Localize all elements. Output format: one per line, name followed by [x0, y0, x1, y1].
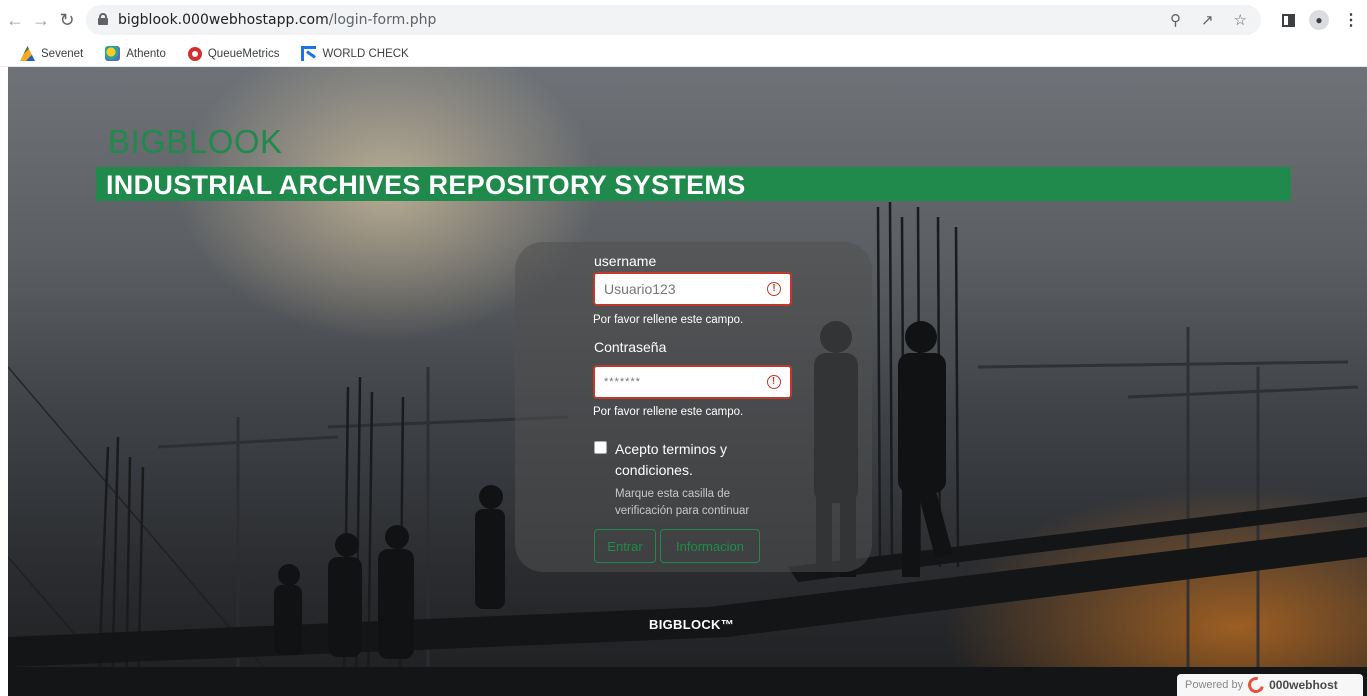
username-label: username — [594, 253, 657, 269]
password-value: ******* — [604, 376, 641, 388]
powered-by-label: Powered by — [1185, 679, 1244, 691]
bookmark-athento[interactable]: Athento — [105, 46, 166, 61]
page-background: BIGBLOOK INDUSTRIAL ARCHIVES REPOSITORY … — [8, 67, 1367, 696]
terms-checkbox[interactable] — [594, 441, 607, 454]
url-text: bigblook.000webhostapp.com/login-form.ph… — [118, 12, 437, 28]
terms-label[interactable]: Acepto terminos y condiciones. — [615, 439, 775, 481]
bookmark-queuemetrics[interactable]: QueueMetrics — [187, 46, 279, 61]
profile-avatar-icon[interactable]: ● — [1309, 10, 1329, 30]
reload-icon[interactable]: ↻ — [56, 9, 78, 31]
bookmarks-bar: Sevenet Athento QueueMetrics WORLD CHECK — [0, 41, 1367, 67]
info-button[interactable]: Informacion — [660, 529, 760, 563]
powered-by-badge[interactable]: Powered by 000webhost — [1177, 674, 1363, 696]
000webhost-logo-icon — [1245, 674, 1268, 696]
bookmark-star-icon[interactable]: ☆ — [1234, 11, 1247, 29]
username-value: Usuario123 — [604, 281, 676, 297]
share-icon[interactable]: ↗ — [1201, 11, 1214, 29]
password-validation-message: Por favor rellene este campo. — [593, 406, 744, 418]
terms-help-text: Marque esta casilla de verificación para… — [615, 488, 750, 517]
lock-icon[interactable] — [98, 13, 108, 25]
browser-toolbar: ← → ↻ bigblook.000webhostapp.com/login-f… — [0, 0, 1367, 41]
bookmark-world-check[interactable]: WORLD CHECK — [301, 46, 409, 61]
forward-arrow-icon[interactable]: → — [30, 9, 52, 31]
error-icon: ! — [767, 282, 781, 296]
sevenet-icon — [20, 46, 35, 61]
password-label: Contraseña — [594, 339, 667, 355]
footer-brand: BIGBLOCK™ — [649, 617, 735, 632]
bookmark-sevenet[interactable]: Sevenet — [20, 46, 83, 61]
error-icon: ! — [767, 375, 781, 389]
address-bar[interactable]: bigblook.000webhostapp.com/login-form.ph… — [86, 5, 1261, 35]
brand-title: BIGBLOOK — [108, 123, 283, 160]
enter-button[interactable]: Entrar — [594, 529, 656, 563]
world-check-icon — [301, 46, 317, 61]
browser-menu-icon[interactable]: ⋮ — [1343, 10, 1359, 30]
athento-icon — [105, 46, 121, 61]
zoom-icon[interactable]: ⚲ — [1170, 11, 1181, 29]
title-banner: INDUSTRIAL ARCHIVES REPOSITORY SYSTEMS — [96, 167, 1291, 201]
side-panel-icon[interactable] — [1282, 13, 1295, 27]
queuemetrics-icon — [187, 46, 202, 61]
password-input[interactable]: ******* ! — [593, 365, 792, 399]
login-form: username Usuario123 ! Por favor rellene … — [515, 242, 872, 572]
username-input[interactable]: Usuario123 ! — [593, 272, 792, 306]
back-arrow-icon[interactable]: ← — [4, 9, 26, 31]
username-validation-message: Por favor rellene este campo. — [593, 314, 744, 326]
powered-by-brand: 000webhost — [1269, 678, 1338, 692]
banner-text: INDUSTRIAL ARCHIVES REPOSITORY SYSTEMS — [106, 170, 746, 200]
